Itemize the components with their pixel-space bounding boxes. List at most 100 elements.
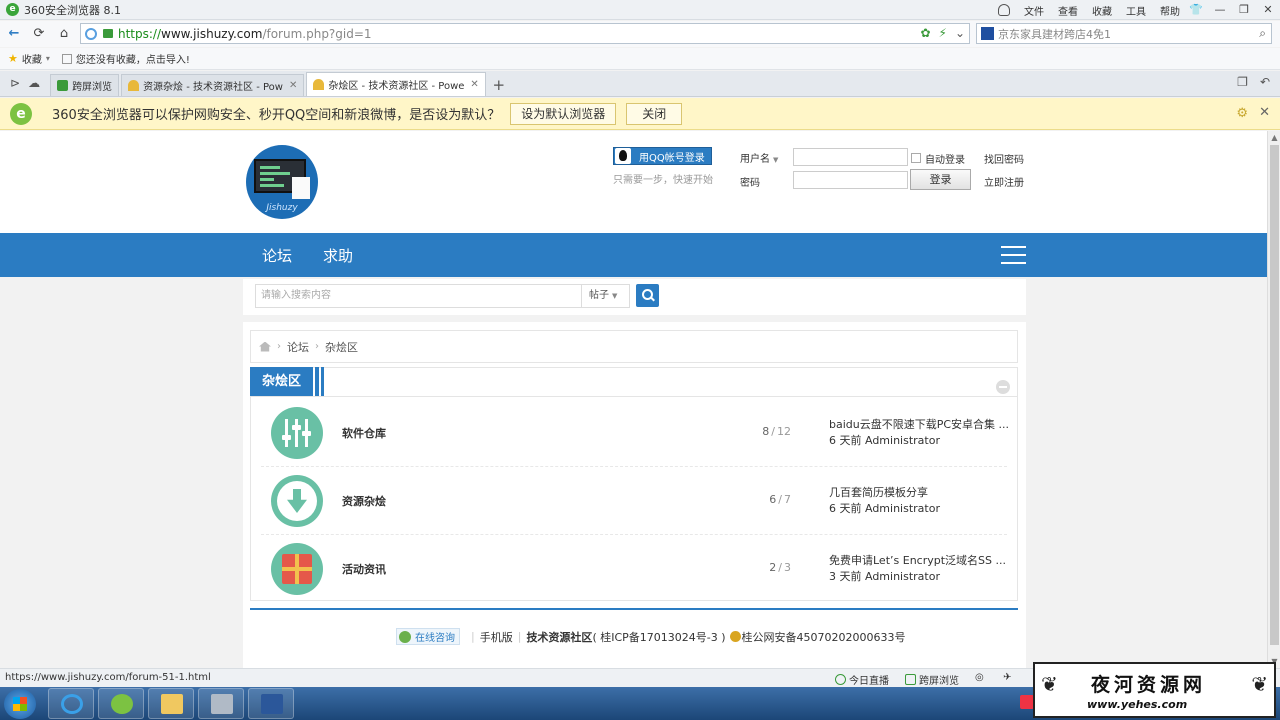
- speed-mode-icon[interactable]: ⚡: [939, 26, 947, 40]
- last-post-title[interactable]: 免费申请Let’s Encrypt泛域名SS ...: [829, 553, 1006, 569]
- address-url[interactable]: https://www.jishuzy.com/forum.php?gid=1: [118, 27, 372, 41]
- chevron-down-icon[interactable]: ▾: [46, 54, 50, 63]
- collapse-icon[interactable]: [996, 380, 1010, 394]
- gear-icon[interactable]: ⚙: [1236, 106, 1248, 121]
- online-consult-button[interactable]: 在线咨询: [396, 628, 460, 645]
- register-link[interactable]: 立即注册: [984, 174, 1024, 189]
- breadcrumb-forum[interactable]: 论坛: [287, 339, 309, 355]
- forum-name[interactable]: 活动资讯: [342, 561, 386, 577]
- last-post-meta[interactable]: 6 天前 Administrator: [829, 433, 1009, 449]
- search-input[interactable]: 请输入搜索内容: [255, 284, 582, 308]
- sogou-ime-icon[interactable]: [1020, 695, 1034, 709]
- page-scrollbar[interactable]: ▲ ▼: [1267, 131, 1280, 668]
- security-shield-icon[interactable]: [85, 27, 97, 40]
- forum-stats: 8/12: [762, 425, 791, 438]
- notification-close-button[interactable]: 关闭: [626, 102, 683, 125]
- set-default-button[interactable]: 设为默认浏览器: [510, 102, 617, 125]
- home-button[interactable]: ⌂: [53, 23, 75, 45]
- mobile-version-link[interactable]: 手机版: [480, 629, 513, 645]
- icp-link[interactable]: ( 桂ICP备17013024号-3 ): [592, 629, 725, 645]
- scrollbar-thumb[interactable]: [1270, 145, 1279, 645]
- section-title[interactable]: 杂烩区: [250, 367, 313, 396]
- tab-list-icon[interactable]: ❐: [1237, 75, 1248, 89]
- cloud-icon[interactable]: ☁: [28, 76, 40, 90]
- search-icon[interactable]: ⌕: [1259, 26, 1266, 41]
- search-type-select[interactable]: 帖子 ▼: [581, 284, 630, 308]
- login-button[interactable]: 登录: [910, 169, 971, 190]
- site-name-link[interactable]: 技术资源社区: [526, 629, 592, 645]
- tab-close-icon[interactable]: ✕: [289, 80, 297, 91]
- forum-name[interactable]: 软件仓库: [342, 425, 386, 441]
- search-button[interactable]: [636, 284, 659, 307]
- menu-favorites[interactable]: 收藏: [1092, 3, 1112, 18]
- breadcrumb-current[interactable]: 杂烩区: [325, 339, 358, 355]
- auto-login-label[interactable]: 自动登录: [925, 151, 965, 166]
- status-url: https://www.jishuzy.com/forum-51-1.html: [5, 672, 211, 683]
- site-logo[interactable]: Jishuzy: [246, 145, 318, 219]
- chevron-down-icon[interactable]: ⌄: [955, 26, 965, 40]
- menu-file[interactable]: 文件: [1024, 3, 1044, 18]
- user-account-icon[interactable]: [998, 4, 1010, 16]
- tab-cross-screen[interactable]: 跨屏浏览: [50, 74, 120, 96]
- taskbar-word[interactable]: [248, 688, 294, 719]
- nav-forum[interactable]: 论坛: [262, 245, 292, 266]
- menu-view[interactable]: 查看: [1058, 3, 1078, 18]
- taskbar-tool[interactable]: [198, 688, 244, 719]
- username-field[interactable]: [793, 148, 908, 166]
- auto-login-checkbox[interactable]: [911, 153, 921, 163]
- scroll-up-icon[interactable]: ▲: [1268, 133, 1280, 142]
- close-button[interactable]: ✕: [1256, 0, 1280, 20]
- tab-resource-hub[interactable]: 资源杂烩 - 技术资源社区 - Pow ✕: [121, 74, 305, 96]
- tab-close-icon[interactable]: ✕: [470, 79, 478, 90]
- police-record-link[interactable]: 桂公网安备45070202000633号: [742, 629, 906, 645]
- qq-login-button[interactable]: 用QQ帐号登录: [613, 147, 712, 165]
- lock-icon[interactable]: [103, 29, 113, 38]
- start-button[interactable]: [4, 689, 36, 719]
- maximize-button[interactable]: ❐: [1232, 0, 1256, 20]
- search-engine-icon[interactable]: [981, 27, 994, 40]
- pin-icon[interactable]: ✈: [1003, 672, 1011, 683]
- taskbar-ie[interactable]: [48, 688, 94, 719]
- notification-message: 360安全浏览器可以保护网购安全、秒开QQ空间和新浪微博，是否设为默认？: [52, 108, 501, 123]
- back-button[interactable]: ←: [3, 23, 25, 45]
- forgot-password-link[interactable]: 找回密码: [984, 151, 1024, 166]
- minimize-button[interactable]: —: [1208, 0, 1232, 20]
- compat-mode-icon[interactable]: ✿: [920, 26, 930, 40]
- menu-help[interactable]: 帮助: [1160, 3, 1180, 18]
- gift-box-icon[interactable]: [271, 543, 323, 595]
- home-icon[interactable]: [259, 341, 271, 352]
- download-arrow-icon[interactable]: [271, 475, 323, 527]
- menu-hamburger-icon[interactable]: [1001, 245, 1026, 265]
- tab-misc-zone[interactable]: 杂烩区 - 技术资源社区 - Powe ✕: [306, 72, 486, 96]
- password-field[interactable]: [793, 171, 908, 189]
- search-input[interactable]: 京东家具建材跨店4免1: [998, 26, 1111, 42]
- sliders-icon[interactable]: [271, 407, 323, 459]
- taskbar-explorer[interactable]: [148, 688, 194, 719]
- search-box[interactable]: 京东家具建材跨店4免1 ⌕: [976, 23, 1272, 44]
- chevron-down-icon[interactable]: ▼: [773, 156, 778, 164]
- last-post-title[interactable]: 几百套简历模板分享: [829, 485, 940, 501]
- forum-name[interactable]: 资源杂烩: [342, 493, 386, 509]
- close-icon[interactable]: ✕: [1259, 105, 1270, 120]
- reload-button[interactable]: ⟳: [28, 23, 50, 45]
- feedback-icon[interactable]: ◎: [975, 672, 984, 683]
- last-post-meta[interactable]: 6 天前 Administrator: [829, 501, 940, 517]
- password-label: 密码: [740, 178, 760, 189]
- address-bar[interactable]: https://www.jishuzy.com/forum.php?gid=1 …: [80, 23, 970, 44]
- sidebar-toggle-icon[interactable]: ⊳: [10, 76, 20, 90]
- skin-icon[interactable]: 👕: [1184, 0, 1208, 20]
- taskbar-360browser[interactable]: [98, 688, 144, 719]
- last-post-meta[interactable]: 3 天前 Administrator: [829, 569, 1006, 585]
- menu-tools[interactable]: 工具: [1126, 3, 1146, 18]
- username-label[interactable]: 用户名 ▼: [740, 150, 778, 165]
- cross-screen-button[interactable]: 跨屏浏览: [905, 672, 959, 687]
- undo-close-icon[interactable]: ↶: [1260, 75, 1270, 89]
- favorites-button[interactable]: 收藏: [22, 51, 42, 66]
- last-post-title[interactable]: baidu云盘不限速下载PC安卓合集 ...: [829, 417, 1009, 433]
- section-header: 杂烩区: [250, 367, 1017, 397]
- today-live-button[interactable]: 今日直播: [835, 672, 889, 687]
- new-tab-button[interactable]: +: [488, 74, 510, 96]
- import-bookmarks-link[interactable]: 您还没有收藏，点击导入!: [76, 51, 190, 66]
- nav-help[interactable]: 求助: [323, 245, 353, 266]
- ornament-icon: ❦: [1251, 672, 1268, 696]
